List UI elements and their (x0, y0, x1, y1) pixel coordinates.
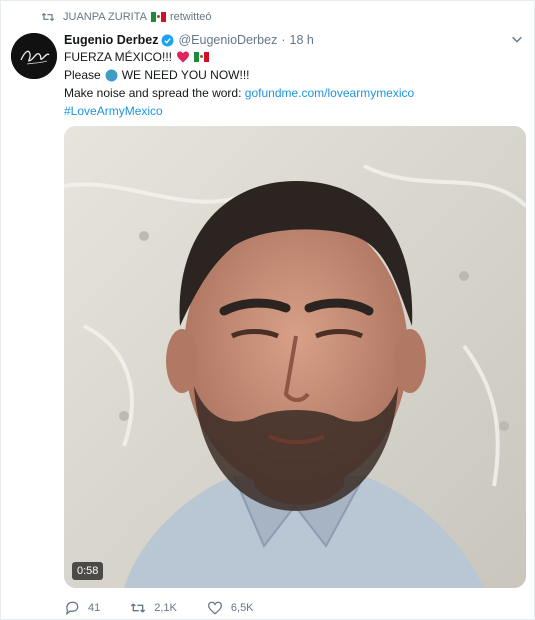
video-player[interactable]: 0:58 (64, 126, 526, 588)
tweet-actions: 41 2,1K 6,5K (64, 599, 284, 617)
retweet-icon (131, 603, 146, 613)
video-duration: 0:58 (72, 562, 104, 580)
tweet-line-2-end: WE NEED YOU NOW!!! (121, 68, 250, 82)
retweeter-name[interactable]: JUANPA ZURITA (63, 11, 147, 23)
heart-outline-icon (207, 601, 222, 615)
mexico-flag-icon (150, 12, 166, 22)
timestamp[interactable]: 18 h (290, 33, 314, 47)
reply-button[interactable]: 41 (64, 601, 100, 615)
like-count: 6,5K (230, 602, 254, 614)
author-handle[interactable]: @EugenioDerbez (178, 33, 277, 47)
video-thumbnail (64, 126, 526, 588)
verified-badge-icon (162, 34, 174, 46)
retweet-icon (41, 13, 55, 21)
like-button[interactable]: 6,5K (207, 601, 254, 615)
tweet-line-1: FUERZA MÉXICO!!! (64, 50, 173, 64)
chevron-down-icon[interactable] (510, 32, 524, 46)
retweet-button[interactable]: 2,1K (130, 601, 177, 615)
red-heart-icon (177, 51, 190, 63)
retweet-label: retwitteó (169, 11, 212, 23)
tweet-line-2-start: Please (64, 68, 101, 82)
tweet-card: JUANPA ZURITA retwitteó Eugenio Derbez @… (0, 0, 535, 620)
hashtag-link[interactable]: #LoveArmyMexico (64, 102, 163, 120)
reply-count: 41 (88, 602, 101, 614)
globe-icon (105, 69, 118, 81)
signature-logo-icon (11, 33, 57, 79)
retweet-count: 2,1K (154, 602, 177, 614)
avatar[interactable] (11, 33, 57, 79)
tweet-header: Eugenio Derbez @EugenioDerbez · 18 h (64, 31, 314, 49)
separator: · (281, 33, 286, 47)
retweet-context: JUANPA ZURITA retwitteó (41, 8, 212, 26)
author-name[interactable]: Eugenio Derbez (64, 33, 158, 47)
gofundme-link[interactable]: gofundme.com/lovearmymexico (245, 84, 414, 102)
tweet-line-3: Make noise and spread the word: (64, 86, 242, 100)
tweet-text: FUERZA MÉXICO!!! Please WE NEED YOU NOW!… (64, 48, 524, 120)
mexico-flag-icon (194, 52, 210, 62)
reply-icon (66, 601, 79, 615)
